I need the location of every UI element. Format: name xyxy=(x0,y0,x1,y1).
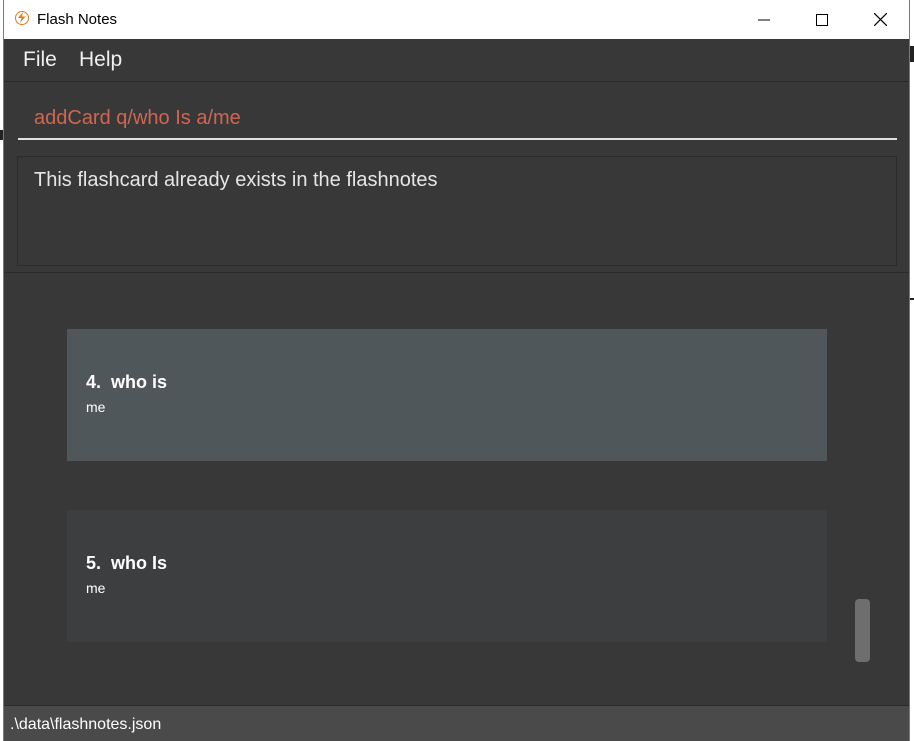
menu-file[interactable]: File xyxy=(23,48,57,72)
card-question: who is xyxy=(111,372,168,392)
result-message: This flashcard already exists in the fla… xyxy=(34,169,438,191)
card-answer: me xyxy=(86,399,106,415)
command-input[interactable] xyxy=(18,98,897,140)
card-title: 5. who Is xyxy=(86,553,827,574)
card-question: who Is xyxy=(111,553,168,573)
card-answer: me xyxy=(86,580,106,596)
menu-bar: File Help xyxy=(4,39,909,82)
app-window: Flash Notes File Help This flashcard alr… xyxy=(3,0,910,741)
maximize-icon xyxy=(816,13,828,26)
title-bar: Flash Notes xyxy=(4,0,909,39)
card-index: 4. xyxy=(86,372,102,392)
flashcard-list[interactable]: 4. who is me 5. who Is me xyxy=(4,273,909,705)
data-file-path: .\data\flashnotes.json xyxy=(10,716,162,733)
flashcard-item[interactable]: 4. who is me xyxy=(67,329,827,461)
maximize-button[interactable] xyxy=(793,0,851,39)
flashcard-item[interactable]: 5. who Is me xyxy=(67,510,827,642)
background-window-edge xyxy=(910,298,914,300)
lightning-icon xyxy=(15,11,29,25)
close-icon xyxy=(873,13,887,26)
background-window-edge xyxy=(910,46,914,62)
close-button[interactable] xyxy=(851,0,909,39)
card-title: 4. who is xyxy=(86,372,827,393)
minimize-button[interactable] xyxy=(735,0,793,39)
scrollbar-thumb[interactable] xyxy=(855,599,870,662)
minimize-icon xyxy=(758,19,770,20)
command-box xyxy=(4,84,909,148)
status-bar: .\data\flashnotes.json xyxy=(4,705,909,741)
menu-help[interactable]: Help xyxy=(79,48,122,72)
card-index: 5. xyxy=(86,553,102,573)
result-display: This flashcard already exists in the fla… xyxy=(17,156,897,266)
window-title: Flash Notes xyxy=(37,11,118,28)
